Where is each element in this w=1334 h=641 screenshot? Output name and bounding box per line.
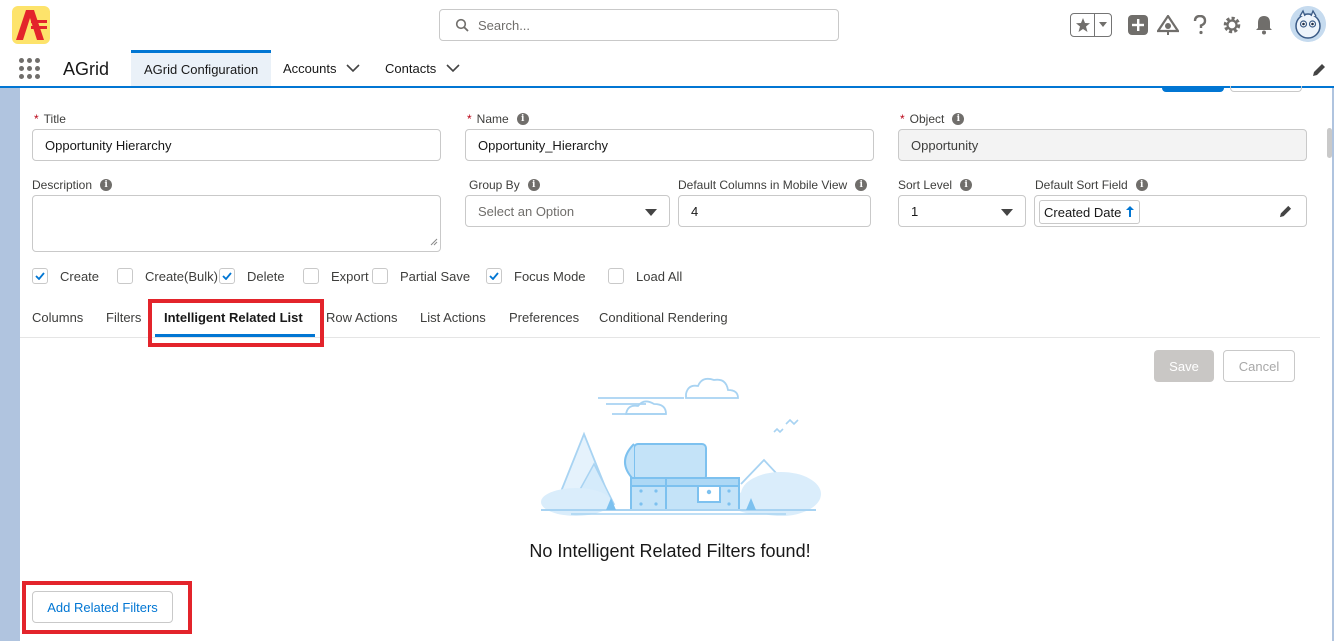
empty-state-message: No Intelligent Related Filters found! <box>529 541 811 561</box>
tab-conditional-rendering[interactable]: Conditional Rendering <box>599 310 728 325</box>
object-input: Opportunity <box>898 129 1307 161</box>
nav-tab-contacts[interactable]: Contacts <box>385 50 460 86</box>
help-icon[interactable] <box>1189 14 1211 36</box>
edit-pencil-icon[interactable] <box>1279 205 1292 221</box>
info-icon[interactable]: i <box>100 179 113 191</box>
resize-grip-icon[interactable] <box>430 234 438 249</box>
checkbox-delete[interactable]: Delete <box>219 268 285 284</box>
cancel-button[interactable]: Cancel <box>1223 350 1295 382</box>
page-background: * Title Opportunity Hierarchy * Name i O… <box>0 86 1334 641</box>
tab-columns[interactable]: Columns <box>32 310 83 325</box>
favorites-dropdown-icon[interactable] <box>1094 14 1111 36</box>
mobile-columns-input[interactable]: 4 <box>678 195 871 227</box>
nav-tab-accounts[interactable]: Accounts <box>283 50 361 86</box>
sort-ascending-arrow-icon[interactable] <box>1125 205 1135 220</box>
checkbox-box[interactable] <box>608 268 624 284</box>
global-header: Search... <box>0 0 1334 50</box>
info-icon[interactable]: i <box>516 113 529 125</box>
search-icon <box>455 18 469 35</box>
description-textarea[interactable] <box>32 195 441 252</box>
nav-tab-label: Accounts <box>283 60 337 76</box>
favorites-button[interactable] <box>1070 13 1112 37</box>
tab-filters[interactable]: Filters <box>106 310 141 325</box>
sort-field-pill[interactable]: Created Date <box>1039 200 1141 224</box>
favorites-star-icon[interactable] <box>1071 14 1095 36</box>
sort-level-select[interactable]: 1 <box>898 195 1026 227</box>
nav-tab-label: AGrid Configuration <box>144 62 259 77</box>
checkbox-box[interactable] <box>303 268 319 284</box>
global-search-input[interactable]: Search... <box>439 9 839 41</box>
checkbox-export[interactable]: Export <box>303 268 369 284</box>
name-label: * Name i <box>467 112 529 126</box>
checkbox-box[interactable] <box>372 268 388 284</box>
highlight-box-tab <box>148 299 324 347</box>
highlight-box-add-button <box>22 581 192 634</box>
user-avatar[interactable] <box>1290 6 1326 42</box>
checkbox-box[interactable] <box>486 268 502 284</box>
checkbox-box[interactable] <box>32 268 48 284</box>
checkbox-box[interactable] <box>219 268 235 284</box>
checkbox-load-all[interactable]: Load All <box>608 268 682 284</box>
tab-preferences[interactable]: Preferences <box>509 310 579 325</box>
title-label: * Title <box>34 112 66 126</box>
app-name: AGrid <box>63 59 110 79</box>
nav-tab-label: Contacts <box>385 60 437 76</box>
info-icon[interactable]: i <box>1135 179 1148 191</box>
setup-gear-icon[interactable] <box>1221 14 1243 36</box>
object-label: * Object i <box>900 112 965 126</box>
group-by-label: Group By i <box>469 178 540 192</box>
name-input[interactable]: Opportunity_Hierarchy <box>465 129 874 161</box>
sort-field-label: Default Sort Field i <box>1035 178 1148 192</box>
edit-nav-pencil-icon[interactable] <box>1312 63 1326 80</box>
checkbox-box[interactable] <box>117 268 133 284</box>
tab-list-actions[interactable]: List Actions <box>420 310 486 325</box>
notification-bell-icon[interactable] <box>1253 14 1275 36</box>
app-launcher-icon[interactable] <box>19 58 41 80</box>
info-icon[interactable]: i <box>960 179 973 191</box>
empty-state-treasure-chest-illustration <box>516 374 826 522</box>
tab-row-actions[interactable]: Row Actions <box>326 310 398 325</box>
title-input[interactable]: Opportunity Hierarchy <box>32 129 441 161</box>
mobile-columns-label: Default Columns in Mobile View i <box>678 178 868 192</box>
checkbox-focus-mode[interactable]: Focus Mode <box>486 268 586 284</box>
checkbox-partial-save[interactable]: Partial Save <box>372 268 470 284</box>
trailhead-icon[interactable] <box>1157 14 1179 36</box>
save-button[interactable]: Save <box>1154 350 1214 382</box>
configuration-card: * Title Opportunity Hierarchy * Name i O… <box>20 86 1332 641</box>
header-action-button-edge[interactable] <box>1162 86 1224 92</box>
chevron-down-icon <box>1001 209 1013 216</box>
info-icon[interactable]: i <box>527 179 540 191</box>
chevron-down-icon <box>645 209 657 216</box>
checkbox-create-bulk[interactable]: Create(Bulk) <box>117 268 218 284</box>
sort-level-label: Sort Level i <box>898 178 973 192</box>
info-icon[interactable]: i <box>952 113 965 125</box>
search-placeholder: Search... <box>478 18 531 33</box>
chevron-down-icon[interactable] <box>446 63 460 73</box>
app-navigation-bar: AGrid AGrid Configuration Accounts Conta… <box>0 50 1334 88</box>
group-by-select[interactable]: Select an Option <box>465 195 670 227</box>
chevron-down-icon[interactable] <box>346 63 361 73</box>
app-logo[interactable] <box>12 6 50 44</box>
checkbox-create[interactable]: Create <box>32 268 99 284</box>
header-secondary-button-edge[interactable] <box>1230 86 1302 92</box>
description-label: Description i <box>32 178 113 192</box>
add-icon[interactable] <box>1127 14 1149 36</box>
sort-field-input[interactable]: Created Date <box>1034 195 1307 227</box>
page-scrollbar[interactable] <box>1327 128 1332 158</box>
nav-tab-agrid-configuration[interactable]: AGrid Configuration <box>131 50 271 86</box>
info-icon[interactable]: i <box>855 179 868 191</box>
